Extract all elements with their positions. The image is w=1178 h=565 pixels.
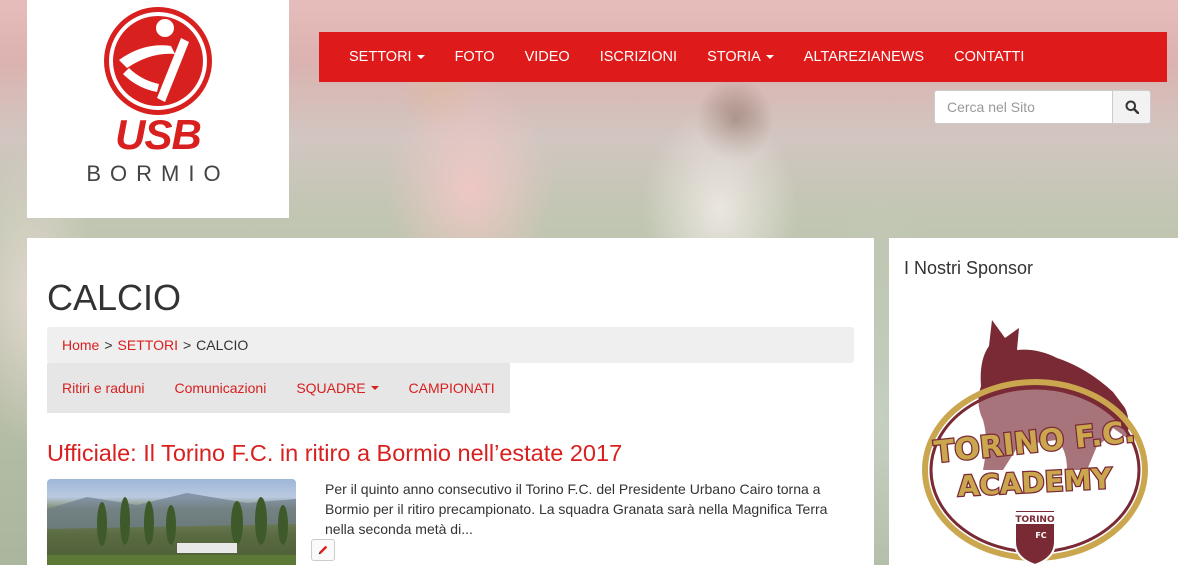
breadcrumb-separator: > bbox=[182, 337, 192, 353]
breadcrumb: Home > SETTORI > CALCIO bbox=[47, 327, 854, 363]
logo-abbr: USB bbox=[115, 111, 202, 158]
article-excerpt: Per il quinto anno consecutivo il Torino… bbox=[325, 481, 828, 537]
subnav-item-campionati[interactable]: CAMPIONATI bbox=[394, 363, 510, 413]
nav-item-label: ISCRIZIONI bbox=[599, 49, 678, 65]
nav-item-foto[interactable]: FOTO bbox=[440, 32, 510, 82]
caret-down-icon bbox=[370, 386, 379, 390]
sidebar-title: I Nostri Sponsor bbox=[904, 258, 1034, 278]
nav-item-settori[interactable]: SETTORI bbox=[334, 32, 440, 82]
article-title-link[interactable]: Ufficiale: Il Torino F.C. in ritiro a Bo… bbox=[47, 440, 622, 467]
nav-item-label: SETTORI bbox=[349, 49, 412, 65]
breadcrumb-separator: > bbox=[104, 337, 113, 353]
nav-item-label: STORIA bbox=[707, 49, 761, 65]
caret-down-icon bbox=[416, 55, 425, 59]
page-title: CALCIO bbox=[47, 277, 182, 318]
nav-item-storia[interactable]: STORIA bbox=[692, 32, 789, 82]
subnav-item-label: SQUADRE bbox=[296, 380, 366, 396]
section-subnav: Ritiri e raduni Comunicazioni SQUADRE CA… bbox=[47, 363, 510, 413]
article-thumbnail-image bbox=[47, 493, 296, 565]
subnav-item-label: CAMPIONATI bbox=[408, 380, 495, 396]
nav-item-label: CONTATTI bbox=[954, 49, 1025, 65]
article-thumbnail[interactable] bbox=[47, 479, 296, 565]
nav-item-altarezianews[interactable]: ALTAREZIANEWS bbox=[789, 32, 939, 82]
caret-down-icon bbox=[765, 55, 774, 59]
subnav-item-ritiri[interactable]: Ritiri e raduni bbox=[47, 363, 159, 413]
nav-item-label: FOTO bbox=[454, 49, 495, 65]
main-content: CALCIO Home > SETTORI > CALCIO Ritiri e … bbox=[27, 238, 874, 565]
site-search bbox=[934, 90, 1151, 124]
search-button[interactable] bbox=[1112, 90, 1151, 124]
search-icon bbox=[1125, 100, 1139, 114]
nav-item-contatti[interactable]: CONTATTI bbox=[939, 32, 1039, 82]
edit-button[interactable] bbox=[311, 539, 335, 561]
torino-fc-academy-logo[interactable]: TORINO F.C. ACADEMY TORINO FC bbox=[917, 320, 1153, 565]
subnav-item-label: Ritiri e raduni bbox=[62, 380, 145, 396]
nav-item-video[interactable]: VIDEO bbox=[510, 32, 585, 82]
sidebar: I Nostri Sponsor TORINO F.C. ACADEMY TOR… bbox=[889, 238, 1178, 565]
nav-item-label: ALTAREZIANEWS bbox=[803, 49, 925, 65]
subnav-item-comunicazioni[interactable]: Comunicazioni bbox=[159, 363, 281, 413]
breadcrumb-home-link[interactable]: Home bbox=[62, 337, 99, 353]
search-input[interactable] bbox=[934, 90, 1112, 124]
breadcrumb-settori-link[interactable]: SETTORI bbox=[118, 337, 178, 353]
subnav-item-label: Comunicazioni bbox=[174, 380, 267, 396]
main-navbar: SETTORI FOTO VIDEO ISCRIZIONI STORIA ALT… bbox=[319, 32, 1167, 82]
nav-item-iscrizioni[interactable]: ISCRIZIONI bbox=[585, 32, 692, 82]
logo-city: BORMIO bbox=[86, 161, 230, 186]
subnav-item-squadre[interactable]: SQUADRE bbox=[281, 363, 393, 413]
sponsor-badge: TORINO bbox=[1015, 515, 1055, 525]
sponsor-badge-sub: FC bbox=[1035, 531, 1046, 540]
nav-item-label: VIDEO bbox=[524, 49, 570, 65]
breadcrumb-current: CALCIO bbox=[196, 337, 249, 353]
usb-emblem-icon bbox=[104, 7, 212, 115]
site-logo[interactable]: USB BORMIO bbox=[27, 0, 289, 218]
pencil-icon bbox=[318, 545, 328, 555]
